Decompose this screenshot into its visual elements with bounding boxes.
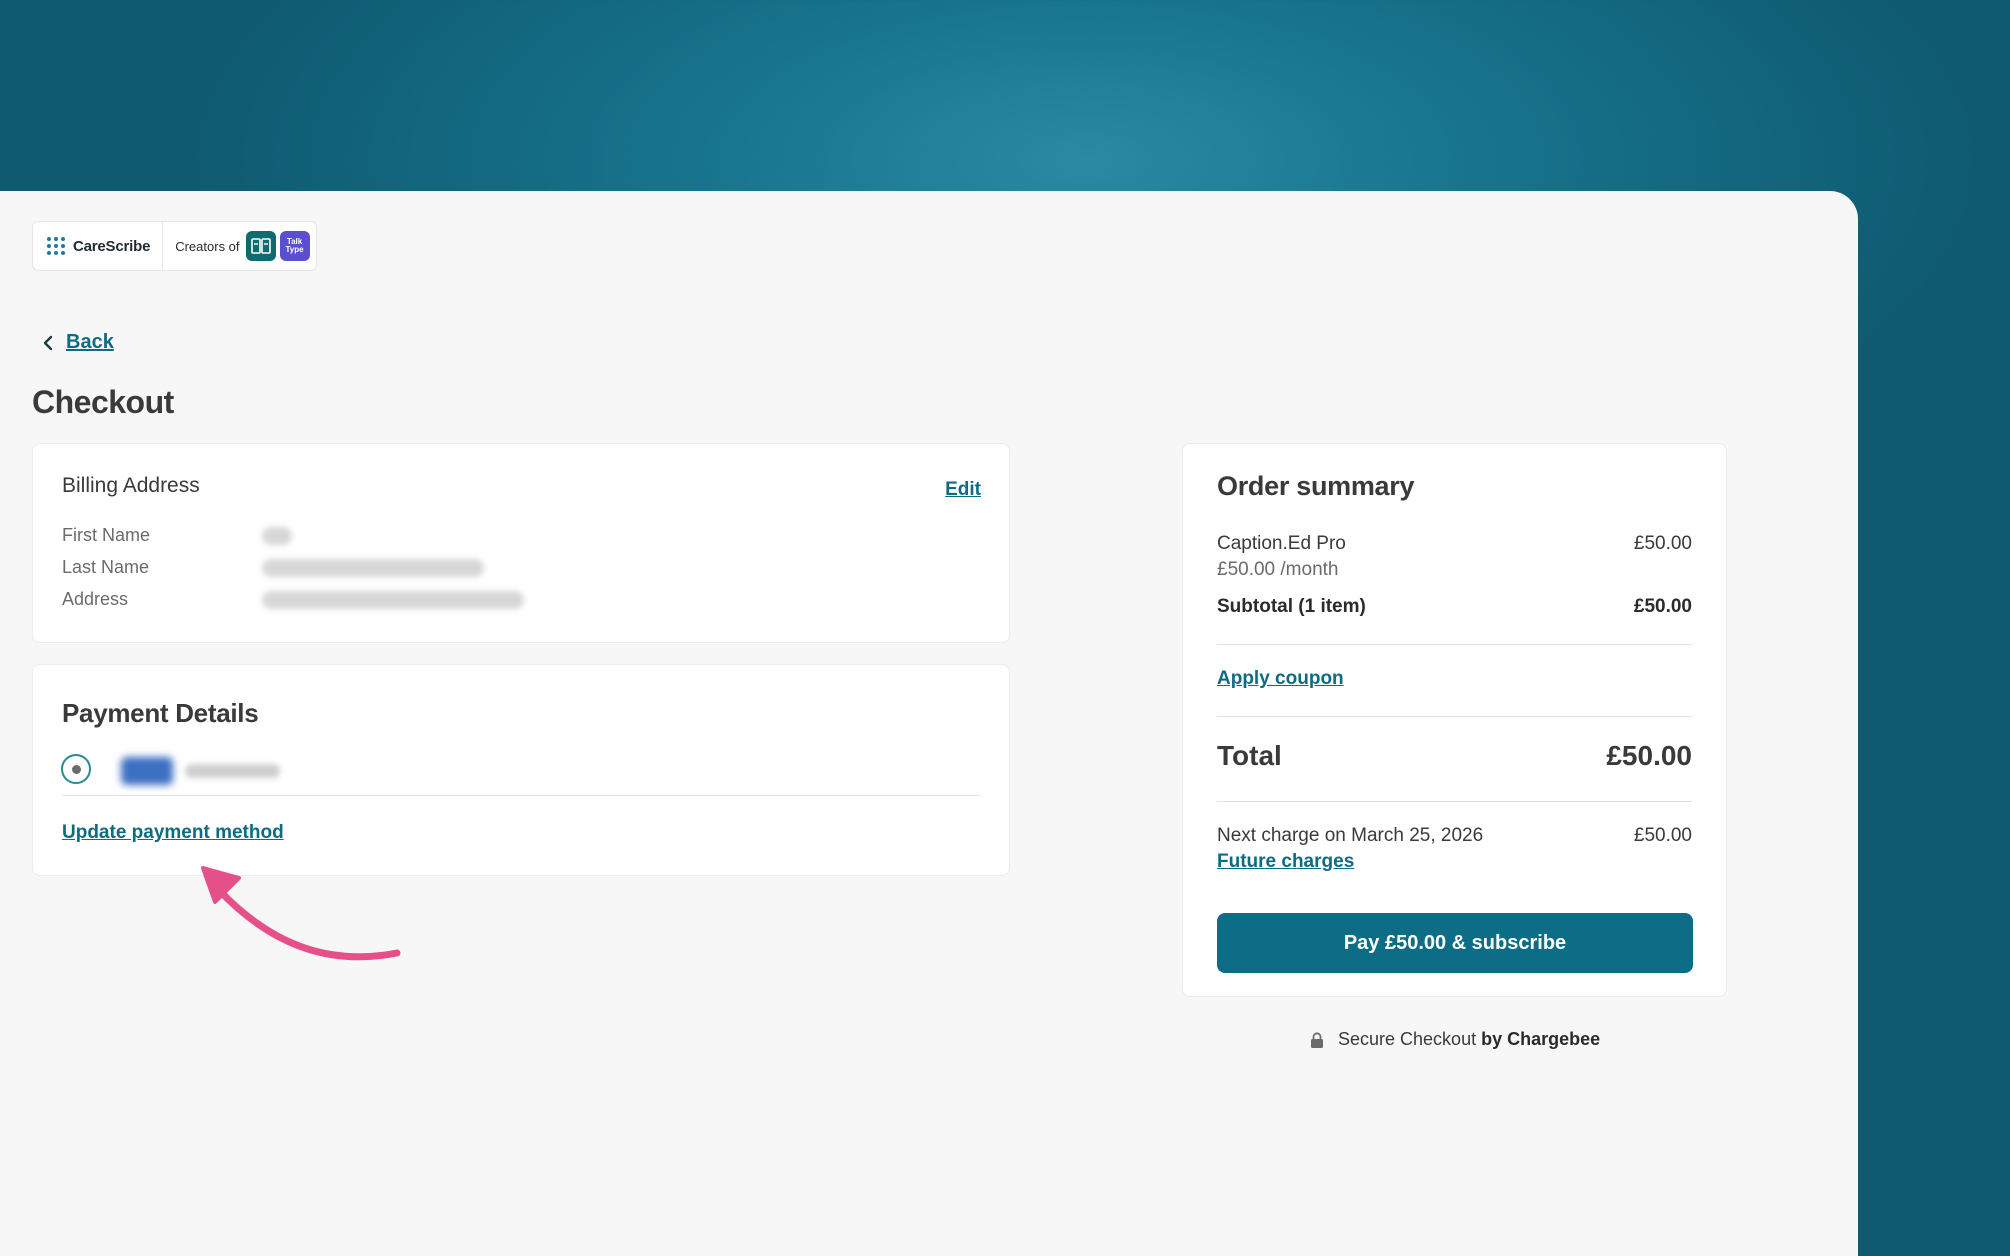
creators-of-label: Creators of [175,238,240,254]
brand-name: CareScribe [73,237,151,255]
edit-billing-link[interactable]: Edit [945,479,981,501]
address-value-redacted [262,590,524,609]
card-number-redacted [185,764,280,778]
subtotal-label: Subtotal (1 item) [1217,596,1366,617]
card-brand-icon [121,757,173,785]
item-period: £50.00 /month [1217,559,1339,580]
payment-method-radio[interactable] [61,754,91,784]
last-name-row: Last Name [62,557,484,578]
apply-coupon-link[interactable]: Apply coupon [1217,668,1344,690]
line-item-row: Caption.Ed Pro £50.00 [1217,533,1692,555]
summary-divider-2 [1217,716,1692,717]
next-charge-row: Next charge on March 25, 2026 £50.00 [1217,825,1692,847]
first-name-value-redacted [262,526,292,545]
last-name-value-redacted [262,558,484,577]
payment-details-title: Payment Details [62,698,259,728]
total-value: £50.00 [1606,740,1692,771]
first-name-label: First Name [62,525,151,545]
carescribe-logo[interactable]: CareScribe [33,222,164,270]
back-link[interactable]: Back [40,331,114,354]
update-payment-method-link[interactable]: Update payment method [62,822,284,844]
subtotal-value: £50.00 [1633,596,1692,617]
payment-divider [62,795,980,796]
chargebee-label: by Chargebee [1481,1029,1601,1049]
grid-dots-icon [47,237,65,255]
billing-address-card: Billing Address Edit First Name Last Nam… [32,443,1010,643]
next-charge-value: £50.00 [1633,825,1692,846]
secure-checkout-footer: Secure Checkout by Chargebee [1310,1029,1600,1050]
back-label: Back [66,331,114,353]
checkout-panel: CareScribe Creators of Talk Type Back Ch… [0,191,1858,1256]
future-charges-link[interactable]: Future charges [1217,851,1354,873]
summary-divider-3 [1217,801,1692,802]
address-row: Address [62,589,524,610]
last-name-label: Last Name [62,557,150,577]
total-label: Total [1217,740,1282,771]
subtotal-row: Subtotal (1 item) £50.00 [1217,596,1692,618]
order-summary-card: Order summary Caption.Ed Pro £50.00 £50.… [1182,443,1727,997]
summary-divider-1 [1217,644,1692,645]
item-price: £50.00 [1633,533,1692,554]
talktype-line-2: Type [285,245,304,254]
caption-ed-app-icon [245,231,276,261]
address-label: Address [62,589,129,609]
chevron-left-icon [43,335,53,350]
pay-subscribe-button[interactable]: Pay £50.00 & subscribe [1217,913,1693,973]
page-title: Checkout [32,384,174,420]
secure-checkout-label: Secure Checkout [1338,1029,1477,1049]
creators-of-section: Creators of Talk Type [163,231,315,261]
order-summary-title: Order summary [1217,471,1415,501]
item-name: Caption.Ed Pro [1217,533,1346,554]
talktype-app-icon: Talk Type [279,231,310,261]
item-period-row: £50.00 /month [1217,559,1692,581]
lock-icon [1311,1031,1323,1048]
payment-details-card: Payment Details Update payment method [32,664,1010,876]
total-row: Total £50.00 [1217,740,1692,772]
annotation-arrow-icon [201,866,401,961]
first-name-row: First Name [62,525,292,546]
billing-address-title: Billing Address [62,474,200,497]
next-charge-label: Next charge on March 25, 2026 [1217,825,1484,846]
brand-logo-bar: CareScribe Creators of Talk Type [32,221,317,271]
